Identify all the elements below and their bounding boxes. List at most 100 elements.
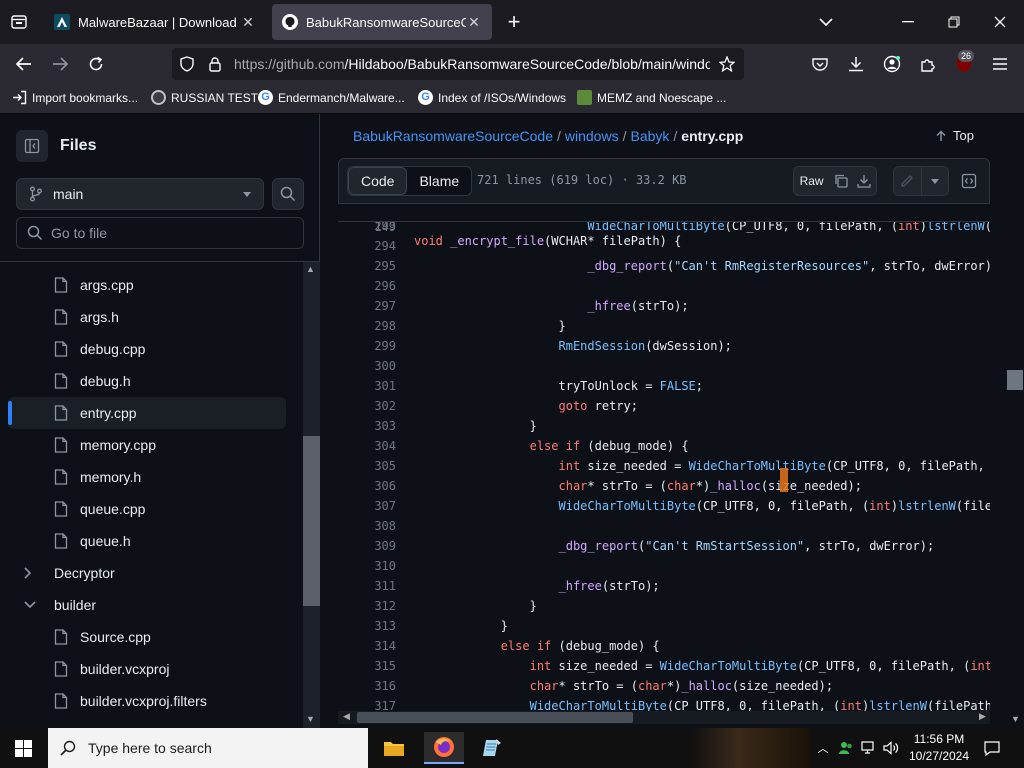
edit-dropdown-button[interactable]	[920, 167, 948, 195]
hamburger-menu-icon[interactable]	[990, 54, 1010, 74]
notifications-icon[interactable]	[982, 738, 1002, 758]
line-number[interactable]: 317	[338, 696, 396, 712]
chevron-down-icon[interactable]	[24, 601, 40, 609]
line-number[interactable]: 306	[338, 476, 396, 496]
blame-tab[interactable]: Blame	[407, 167, 471, 195]
line-number[interactable]: 312	[338, 596, 396, 616]
line-number[interactable]: 310	[338, 556, 396, 576]
scroll-up-arrow-icon[interactable]: ▲	[306, 264, 315, 274]
tree-file[interactable]: memory.h	[8, 461, 286, 493]
taskbar-notepad[interactable]	[472, 732, 512, 764]
raw-button[interactable]: Raw	[794, 174, 829, 188]
code-tab[interactable]: Code	[348, 167, 408, 195]
back-icon[interactable]	[14, 54, 34, 74]
tree-file[interactable]: queue.cpp	[8, 493, 286, 525]
breadcrumb-windows-link[interactable]: windows	[565, 128, 619, 144]
scroll-right-arrow-icon[interactable]: ▶	[979, 711, 986, 722]
tree-file[interactable]: queue.h	[8, 525, 286, 557]
line-number[interactable]: 294	[338, 236, 396, 256]
line-number[interactable]: 302	[338, 396, 396, 416]
bookmark-russian-test[interactable]: RUSSIAN TEST	[151, 90, 258, 105]
url-bar[interactable]: https://github.com/Hildaboo/BabukRansomw…	[172, 48, 744, 80]
network-icon[interactable]	[858, 741, 880, 755]
bookmark-import[interactable]: Import bookmarks...	[12, 90, 138, 105]
downloads-icon[interactable]	[846, 54, 866, 74]
close-window-icon[interactable]	[990, 12, 1010, 32]
search-files-button[interactable]	[272, 178, 304, 210]
tracking-protection-shield-icon[interactable]	[178, 55, 196, 73]
line-number[interactable]: 293	[338, 222, 396, 236]
line-number[interactable]: 300	[338, 356, 396, 376]
tree-file[interactable]: debug.h	[8, 365, 286, 397]
taskbar-firefox[interactable]	[424, 732, 464, 764]
page-vertical-scrollbar[interactable]	[1006, 114, 1024, 728]
line-number[interactable]: 316	[338, 676, 396, 696]
volume-icon[interactable]	[880, 741, 902, 755]
symbols-panel-button[interactable]	[953, 166, 985, 196]
tree-folder[interactable]: builder	[8, 589, 286, 621]
collapse-sidebar-button[interactable]	[16, 130, 48, 162]
show-hidden-icons-chevron-icon[interactable]: ︿	[812, 740, 834, 756]
copy-raw-button[interactable]	[829, 174, 852, 188]
tree-file[interactable]: debug.cpp	[8, 333, 286, 365]
forward-icon[interactable]	[50, 54, 70, 74]
scroll-down-arrow-icon[interactable]: ▼	[306, 714, 315, 724]
line-number[interactable]: 297	[338, 296, 396, 316]
scroll-left-arrow-icon[interactable]: ◀	[343, 711, 350, 722]
tree-file[interactable]: entry.cpp	[8, 397, 286, 429]
line-number[interactable]: 315	[338, 656, 396, 676]
chevron-right-icon[interactable]	[24, 567, 40, 579]
tree-file[interactable]: builder.vcxproj	[8, 653, 286, 685]
tree-file[interactable]: args.h	[8, 301, 286, 333]
scroll-down-arrow-icon[interactable]: ▼	[1011, 714, 1020, 724]
download-raw-button[interactable]	[853, 174, 876, 188]
line-number[interactable]: 296	[338, 276, 396, 296]
bookmark-memz[interactable]: MEMZ and Noescape ...	[577, 90, 726, 105]
extensions-icon[interactable]	[918, 54, 938, 74]
taskbar-clock[interactable]: 11:56 PM 10/27/2024	[904, 731, 974, 765]
page-vertical-scroll-thumb[interactable]	[1007, 370, 1023, 390]
line-number[interactable]: 301	[338, 376, 396, 396]
taskbar-search-box[interactable]: Type here to search	[48, 728, 368, 768]
branch-selector[interactable]: main	[16, 178, 264, 210]
line-number[interactable]: 313	[338, 616, 396, 636]
account-icon[interactable]	[882, 54, 902, 74]
line-number[interactable]: 298	[338, 316, 396, 336]
bookmark-star-icon[interactable]	[718, 55, 736, 73]
tab-malwarebazaar[interactable]: MalwareBazaar | Download mal ✕	[44, 4, 266, 40]
bookmark-isos-windows[interactable]: G Index of /ISOs/Windows	[418, 90, 566, 105]
bookmark-endermanch[interactable]: G Endermanch/Malware...	[258, 90, 405, 105]
list-all-tabs-chevron-icon[interactable]	[816, 12, 836, 32]
line-number[interactable]: 311	[338, 576, 396, 596]
line-number[interactable]: 303	[338, 416, 396, 436]
new-tab-icon[interactable]: +	[504, 9, 524, 34]
minimize-icon[interactable]	[898, 12, 918, 32]
lock-icon[interactable]	[206, 55, 224, 73]
line-number[interactable]: 299	[338, 336, 396, 356]
line-number[interactable]: 295	[338, 256, 396, 276]
tree-file[interactable]: memory.cpp	[8, 429, 286, 461]
restore-icon[interactable]	[944, 12, 964, 32]
code-lines[interactable]: 293 WideCharToMultiByte(CP_UTF8, 0, file…	[338, 222, 990, 712]
code-horizontal-scroll-thumb[interactable]	[357, 712, 633, 723]
line-number[interactable]: 304	[338, 436, 396, 456]
tree-file[interactable]: args.cpp	[8, 269, 286, 301]
pocket-icon[interactable]	[810, 54, 830, 74]
line-number[interactable]: 307	[338, 496, 396, 516]
tab-github-babuk[interactable]: BabukRansomwareSourceCode ✕	[272, 4, 492, 40]
tree-file[interactable]: builder.vcxproj.filters	[8, 685, 286, 717]
close-tab-icon[interactable]: ✕	[240, 14, 256, 31]
line-number[interactable]: 309	[338, 536, 396, 556]
line-number[interactable]: 305	[338, 456, 396, 476]
close-tab-icon[interactable]: ✕	[466, 14, 482, 31]
line-number[interactable]: 308	[338, 516, 396, 536]
tree-folder[interactable]: Decryptor	[8, 557, 286, 589]
line-number[interactable]: 314	[338, 636, 396, 656]
reload-icon[interactable]	[86, 54, 106, 74]
breadcrumb-babyk-link[interactable]: Babyk	[630, 128, 669, 144]
windows-start-icon[interactable]	[12, 738, 34, 758]
tab-list-icon[interactable]	[8, 12, 30, 32]
people-tray-icon[interactable]	[834, 740, 858, 756]
top-button[interactable]: Top	[935, 128, 974, 143]
sidebar-scrollbar-thumb[interactable]	[303, 436, 320, 606]
